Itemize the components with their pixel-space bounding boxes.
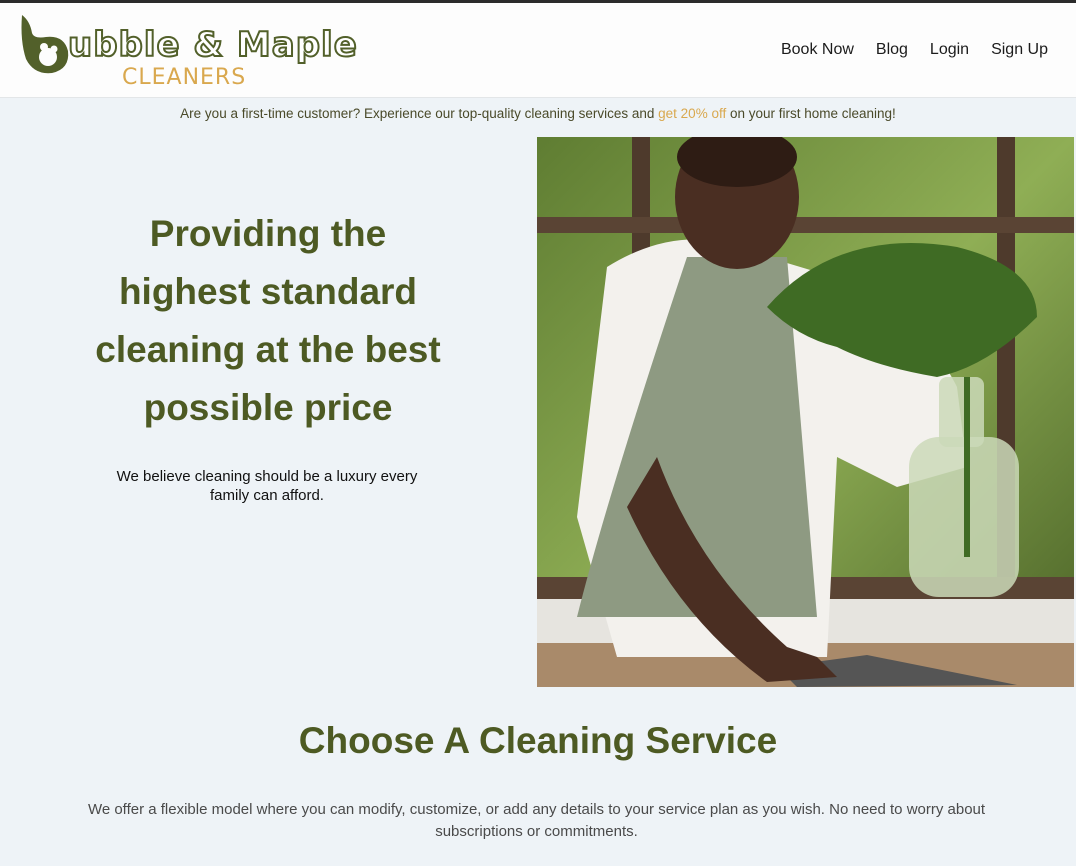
main-nav: Book Now Blog Login Sign Up [781, 41, 1048, 59]
bubble-logo-icon [21, 15, 69, 74]
services-description: We offer a flexible model where you can … [87, 801, 986, 840]
promo-highlight[interactable]: get 20% off [658, 106, 726, 121]
promo-banner: Are you a first-time customer? Experienc… [0, 106, 1076, 121]
services-title: Choose A Cleaning Service [298, 720, 778, 761]
nav-sign-up[interactable]: Sign Up [991, 41, 1048, 59]
hero-subtitle: We believe cleaning should be a luxury e… [116, 468, 418, 504]
nav-login[interactable]: Login [930, 41, 969, 59]
hero-title: Providing the highest standard cleaning … [95, 213, 441, 428]
brand-name: ubble & Maple [67, 24, 358, 66]
site-header: ubble & Maple CLEANERS Book Now Blog Log… [0, 3, 1076, 98]
nav-blog[interactable]: Blog [876, 41, 908, 59]
brand-logo[interactable]: ubble & Maple CLEANERS [14, 11, 358, 93]
brand-subtitle: CLEANERS [122, 65, 247, 90]
nav-book-now[interactable]: Book Now [781, 41, 854, 59]
promo-text-before: Are you a first-time customer? Experienc… [180, 106, 659, 121]
photo-cleaner-with-plant-icon [537, 137, 1074, 687]
promo-text-after: on your first home cleaning! [726, 106, 896, 121]
hero-image [537, 137, 1074, 687]
